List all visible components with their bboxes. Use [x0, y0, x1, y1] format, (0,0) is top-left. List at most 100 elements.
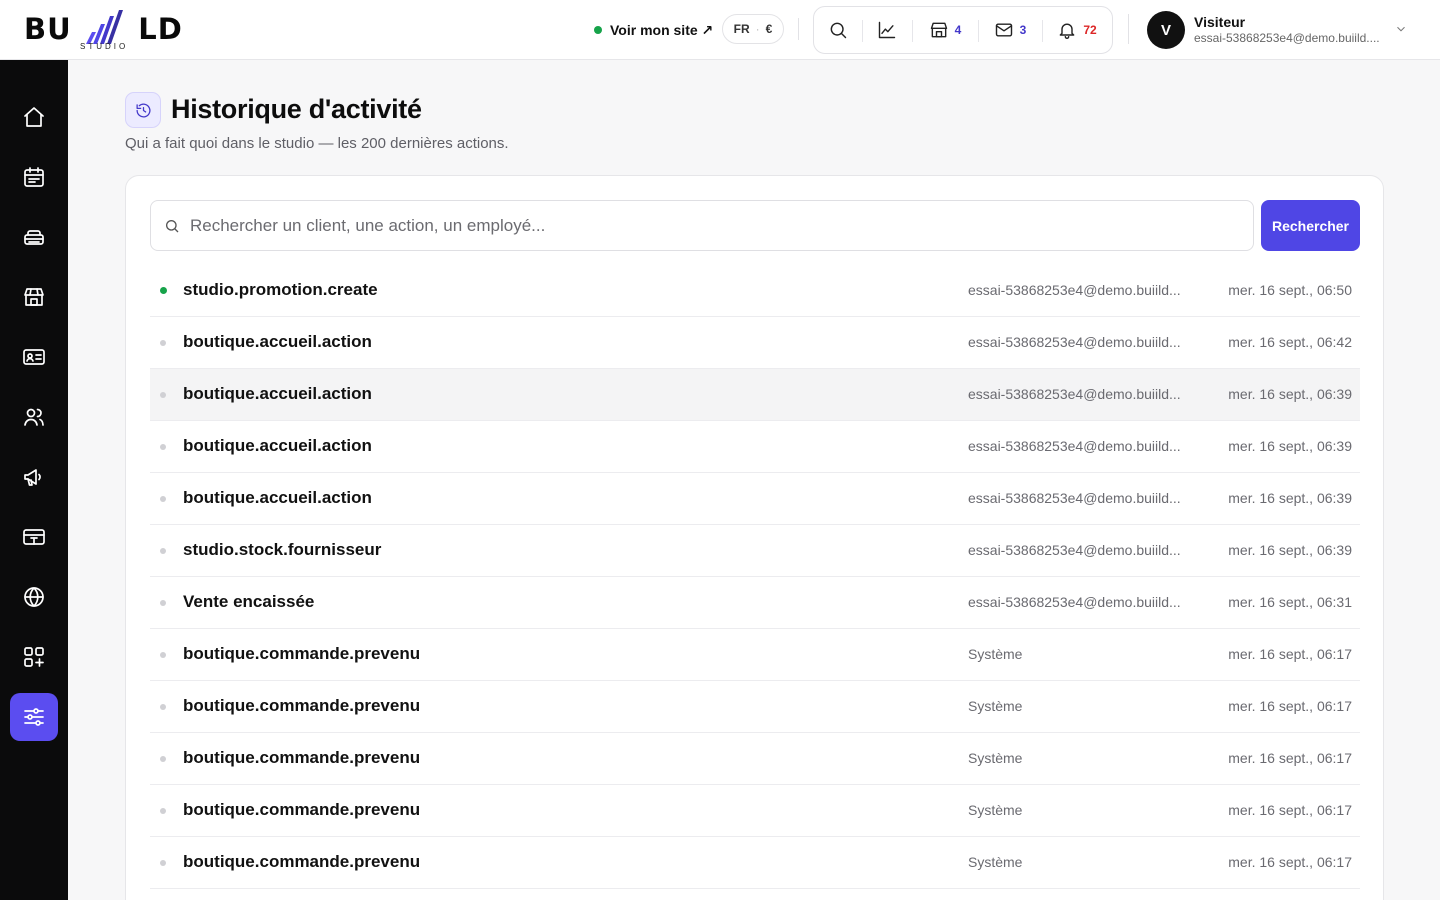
- activity-actor: essai-53868253e4@demo.buiild...: [968, 490, 1181, 506]
- search-button[interactable]: [814, 7, 862, 53]
- messages-button[interactable]: 3: [978, 7, 1042, 53]
- search-submit-button[interactable]: Rechercher: [1261, 200, 1360, 251]
- table-row[interactable]: boutique.commande.prevenu Système mer. 16 …: [150, 681, 1360, 733]
- page-subtitle: Qui a fait quoi dans le studio — les 200…: [125, 135, 509, 152]
- sidebar-item-calendar[interactable]: [10, 153, 58, 201]
- sidebar-item-store[interactable]: [10, 273, 58, 321]
- equipment-icon: [24, 230, 44, 245]
- status-dot: [160, 287, 167, 294]
- search-box: [150, 200, 1254, 251]
- sliders-icon: [24, 708, 44, 726]
- sidebar-item-home[interactable]: [10, 93, 58, 141]
- search-icon: [164, 218, 180, 234]
- table-row[interactable]: Vente encaissée essai-53868253e4@demo.bui…: [150, 577, 1360, 629]
- payment-card-icon: [23, 529, 45, 545]
- activity-actor: essai-53868253e4@demo.buiild...: [968, 334, 1181, 350]
- id-card-icon: [23, 349, 45, 365]
- activity-date: mer. 16 sept., 06:39: [1228, 542, 1352, 558]
- search-icon: [830, 22, 847, 39]
- activity-actor: essai-53868253e4@demo.buiild...: [968, 542, 1181, 558]
- sidebar-item-apps[interactable]: [10, 633, 58, 681]
- toolbar: 4 3 72: [813, 6, 1113, 54]
- table-row[interactable]: boutique.commande.prevenu Système mer. 16 …: [150, 733, 1360, 785]
- activity-action: Vente encaissée: [183, 592, 315, 611]
- table-row[interactable]: boutique.accueil.action essai-53868253e4@…: [150, 317, 1360, 369]
- activity-date: mer. 16 sept., 06:42: [1228, 334, 1352, 350]
- table-row[interactable]: studio.stock.fournisseur essai-53868253e4…: [150, 525, 1360, 577]
- mail-icon: [995, 23, 1012, 37]
- store-orders-button[interactable]: 4: [912, 7, 978, 53]
- sidebar-item-members[interactable]: [10, 333, 58, 381]
- megaphone-icon: [24, 469, 41, 486]
- sidebar: [0, 60, 68, 900]
- currency-label: €: [765, 22, 773, 36]
- activity-date: mer. 16 sept., 06:17: [1228, 750, 1352, 766]
- store-count-badge: 4: [954, 23, 962, 37]
- activity-action: boutique.accueil.action: [183, 332, 372, 351]
- sidebar-item-settings[interactable]: [10, 693, 58, 741]
- activity-action: studio.promotion.create: [183, 280, 378, 299]
- activity-action: studio.stock.fournisseur: [183, 540, 382, 559]
- status-dot: [160, 392, 166, 398]
- activity-actor: Système: [968, 802, 1023, 818]
- avatar: V: [1147, 11, 1185, 49]
- activity-action: boutique.commande.prevenu: [183, 852, 421, 871]
- view-site-link[interactable]: Voir mon site ↗: [594, 19, 713, 41]
- activity-date: mer. 16 sept., 06:17: [1228, 802, 1352, 818]
- brand-logo[interactable]: BU LD STUDIO: [24, 8, 184, 52]
- activity-action: boutique.commande.prevenu: [183, 748, 421, 767]
- status-dot: [160, 704, 166, 710]
- table-row[interactable]: boutique.commande.prevenu Système mer. 16 …: [150, 837, 1360, 889]
- chevron-down-icon: [1394, 22, 1408, 36]
- notification-count-badge: 72: [1083, 23, 1097, 37]
- table-row[interactable]: boutique.accueil.action essai-53868253e4@…: [150, 473, 1360, 525]
- language-currency-selector[interactable]: FR · €: [722, 14, 784, 44]
- chart-icon: [878, 21, 896, 39]
- table-row[interactable]: boutique.commande.prevenu Système mer. 16 …: [150, 785, 1360, 837]
- table-row[interactable]: boutique.accueil.action essai-53868253e4@…: [150, 421, 1360, 473]
- status-dot: [160, 860, 166, 866]
- sidebar-item-payments[interactable]: [10, 513, 58, 561]
- activity-action: boutique.commande.prevenu: [183, 800, 421, 819]
- activity-date: mer. 16 sept., 06:31: [1228, 594, 1352, 610]
- brand-subtitle: STUDIO: [80, 42, 129, 51]
- mail-count-badge: 3: [1019, 23, 1027, 37]
- activity-date: mer. 16 sept., 06:39: [1228, 438, 1352, 454]
- activity-card: Rechercher studio.promotion.create essai-…: [125, 175, 1384, 900]
- analytics-button[interactable]: [862, 7, 912, 53]
- table-row[interactable]: boutique.accueil.action essai-53868253e4@…: [150, 369, 1360, 421]
- activity-actor: Système: [968, 750, 1023, 766]
- status-dot: [160, 652, 166, 658]
- search-input[interactable]: [190, 215, 1230, 236]
- status-dot: [160, 808, 166, 814]
- status-dot: [160, 496, 166, 502]
- sidebar-item-staff[interactable]: [10, 393, 58, 441]
- activity-actor: essai-53868253e4@demo.buiild...: [968, 594, 1181, 610]
- activity-date: mer. 16 sept., 06:17: [1228, 646, 1352, 662]
- apps-add-icon: [24, 647, 44, 667]
- activity-actor: essai-53868253e4@demo.buiild...: [968, 438, 1181, 454]
- activity-date: mer. 16 sept., 06:50: [1228, 282, 1352, 298]
- top-bar: BU LD STUDIO Voir mon site ↗ FR · € 4 3 …: [0, 0, 1440, 60]
- user-menu[interactable]: V Visiteur essai-53868253e4@demo.buiild.…: [1128, 0, 1440, 60]
- users-icon: [24, 408, 44, 426]
- bell-icon: [1059, 23, 1075, 39]
- status-dot: [160, 548, 166, 554]
- sidebar-item-equipment[interactable]: [10, 213, 58, 261]
- activity-date: mer. 16 sept., 06:39: [1228, 490, 1352, 506]
- table-row[interactable]: boutique.commande.prevenu Système mer. 16 …: [150, 629, 1360, 681]
- sidebar-item-marketing[interactable]: [10, 453, 58, 501]
- logo-bars-icon: [86, 10, 123, 44]
- globe-icon: [24, 587, 44, 607]
- store-icon: [24, 288, 44, 306]
- table-row[interactable]: studio.promotion.create essai-53868253e4@…: [150, 265, 1360, 317]
- notifications-button[interactable]: 72: [1042, 7, 1112, 53]
- store-icon: [930, 22, 947, 38]
- activity-list: studio.promotion.create essai-53868253e4@…: [150, 265, 1360, 889]
- activity-action: boutique.accueil.action: [183, 384, 372, 403]
- activity-action: boutique.commande.prevenu: [183, 696, 421, 715]
- activity-actor: Système: [968, 698, 1023, 714]
- sidebar-item-website[interactable]: [10, 573, 58, 621]
- status-dot: [160, 444, 166, 450]
- activity-date: mer. 16 sept., 06:17: [1228, 698, 1352, 714]
